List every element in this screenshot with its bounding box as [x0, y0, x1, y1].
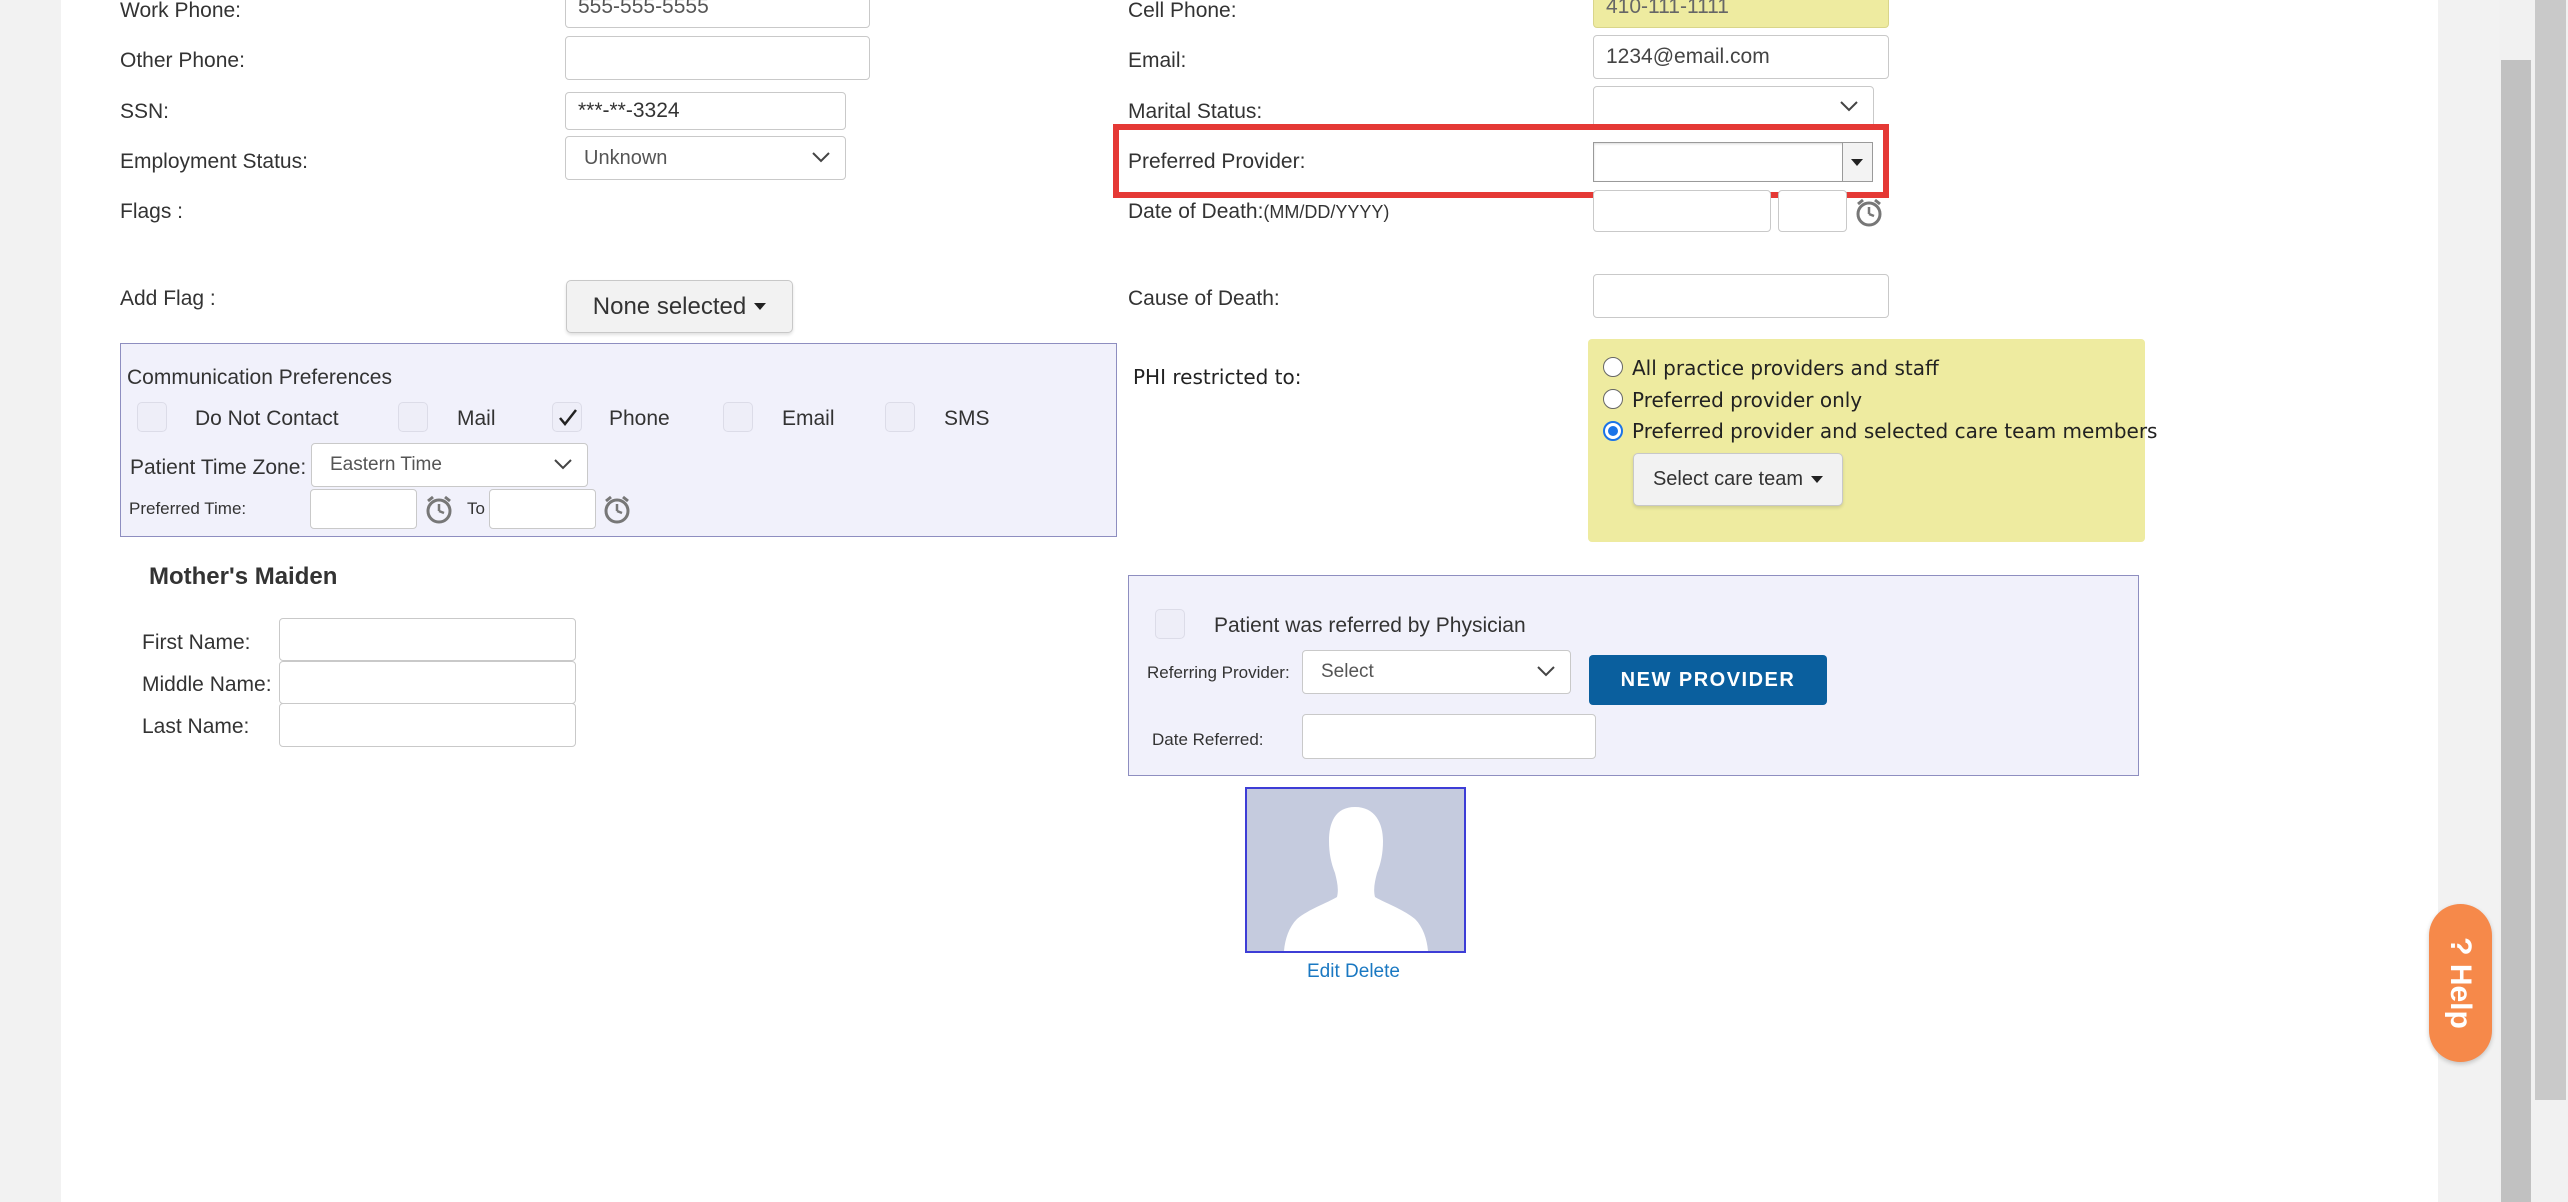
phi-option-all-label: All practice providers and staff — [1632, 356, 1939, 380]
cause-of-death-input[interactable] — [1593, 274, 1889, 318]
email-label: Email: — [1128, 49, 1187, 72]
chevron-down-icon — [554, 459, 572, 470]
work-phone-input[interactable]: 555-555-5555 — [565, 0, 870, 28]
email-input[interactable]: 1234@email.com — [1593, 35, 1889, 79]
sms-label: SMS — [944, 407, 990, 430]
clock-icon[interactable] — [602, 495, 632, 525]
phone-checkbox[interactable] — [552, 402, 582, 432]
date-referred-label: Date Referred: — [1152, 730, 1264, 749]
preferred-time-from-input[interactable] — [310, 489, 417, 529]
referring-provider-value: Select — [1321, 661, 1374, 682]
referring-provider-select[interactable]: Select — [1302, 650, 1571, 694]
radio-selected-dot — [1608, 426, 1618, 436]
email-checkbox[interactable] — [723, 402, 753, 432]
mothers-first-name-input[interactable] — [279, 618, 576, 661]
checkmark-icon — [559, 409, 577, 426]
preferred-provider-combobox[interactable] — [1593, 142, 1873, 182]
caret-down-icon — [754, 303, 767, 310]
mothers-last-name-input[interactable] — [279, 703, 576, 747]
select-care-team-label: Select care team — [1652, 468, 1804, 490]
chevron-down-icon — [812, 152, 830, 163]
phi-option-care-team-label: Preferred provider and selected care tea… — [1632, 419, 2158, 443]
preferred-provider-label: Preferred Provider: — [1128, 150, 1306, 173]
other-phone-input[interactable] — [565, 36, 870, 80]
clock-icon[interactable] — [1854, 198, 1884, 228]
caret-down-icon — [1811, 476, 1824, 483]
preferred-time-label: Preferred Time: — [129, 499, 247, 518]
add-flag-button-label: None selected — [592, 292, 747, 320]
last-name-label: Last Name: — [142, 715, 250, 738]
phi-option-all-radio[interactable] — [1603, 357, 1623, 377]
ssn-label: SSN: — [120, 100, 170, 123]
employment-status-label: Employment Status: — [120, 150, 308, 173]
outer-scrollbar-thumb[interactable] — [2535, 0, 2566, 1100]
cell-phone-input[interactable]: 410-111-1111 — [1593, 0, 1889, 28]
help-button[interactable]: ? Help — [2429, 904, 2492, 1062]
date-referred-input[interactable] — [1302, 714, 1596, 759]
new-provider-button[interactable]: NEW PROVIDER — [1589, 655, 1827, 705]
phone-label: Phone — [609, 407, 670, 430]
preferred-time-to-input[interactable] — [489, 489, 596, 529]
cell-phone-value: 410-111-1111 — [1606, 0, 1729, 18]
cause-of-death-label: Cause of Death: — [1128, 287, 1280, 310]
communication-preferences-title: Communication Preferences — [127, 366, 392, 389]
mothers-middle-name-input[interactable] — [279, 661, 576, 704]
question-mark-icon: ? — [2444, 937, 2477, 956]
ssn-value: ***-**-3324 — [578, 99, 680, 122]
date-of-death-input[interactable] — [1593, 190, 1771, 232]
date-of-death-label: Date of Death:(MM/DD/YYYY) — [1128, 201, 1389, 222]
ssn-input[interactable]: ***-**-3324 — [565, 92, 846, 130]
do-not-contact-label: Do Not Contact — [195, 407, 339, 430]
referred-by-physician-label: Patient was referred by Physician — [1214, 614, 1526, 637]
edit-photo-link[interactable]: Edit — [1307, 961, 1340, 982]
patient-photo[interactable] — [1245, 787, 1466, 953]
patient-time-zone-label: Patient Time Zone: — [130, 456, 307, 479]
phi-option-preferred-only-label: Preferred provider only — [1632, 388, 1863, 412]
dropdown-toggle-button[interactable] — [1842, 143, 1872, 181]
time-of-death-input[interactable] — [1778, 190, 1847, 232]
other-phone-label: Other Phone: — [120, 49, 245, 72]
new-provider-button-label: NEW PROVIDER — [1620, 668, 1796, 691]
do-not-contact-checkbox[interactable] — [137, 402, 167, 432]
mothers-maiden-title: Mother's Maiden — [149, 563, 338, 590]
caret-down-icon — [1851, 159, 1863, 166]
marital-status-select[interactable] — [1593, 86, 1874, 128]
delete-photo-link[interactable]: Delete — [1345, 961, 1400, 982]
mail-label: Mail — [457, 407, 496, 430]
avatar-placeholder-icon — [1284, 807, 1428, 951]
photo-actions: Edit Delete — [1307, 961, 1400, 983]
work-phone-label: Work Phone: — [120, 0, 242, 22]
scrollbar-thumb[interactable] — [2501, 60, 2531, 1202]
phi-restricted-label: PHI restricted to: — [1133, 365, 1302, 389]
help-label: Help — [2444, 963, 2477, 1029]
email-pref-label: Email — [782, 407, 835, 430]
referring-provider-label: Referring Provider: — [1147, 663, 1290, 682]
email-value: 1234@email.com — [1606, 45, 1770, 68]
help-text: ? Help — [2443, 937, 2477, 1029]
sms-checkbox[interactable] — [885, 402, 915, 432]
phi-option-care-team-radio[interactable] — [1603, 421, 1623, 441]
time-zone-value: Eastern Time — [330, 454, 442, 475]
select-care-team-button[interactable]: Select care team — [1633, 453, 1843, 506]
marital-status-label: Marital Status: — [1128, 100, 1263, 123]
employment-status-select[interactable]: Unknown — [565, 136, 846, 180]
chevron-down-icon — [1840, 101, 1858, 112]
patient-time-zone-select[interactable]: Eastern Time — [311, 443, 588, 487]
mail-checkbox[interactable] — [398, 402, 428, 432]
date-format-hint: (MM/DD/YYYY) — [1263, 202, 1390, 222]
cell-phone-label: Cell Phone: — [1128, 0, 1237, 22]
chevron-down-icon — [1537, 666, 1555, 677]
to-label: To — [467, 499, 485, 518]
flags-label: Flags : — [120, 200, 184, 223]
employment-status-value: Unknown — [584, 146, 668, 169]
add-flag-label: Add Flag : — [120, 287, 216, 310]
date-of-death-text: Date of Death: — [1128, 200, 1264, 223]
first-name-label: First Name: — [142, 631, 251, 654]
referred-by-physician-checkbox[interactable] — [1155, 609, 1185, 639]
middle-name-label: Middle Name: — [142, 673, 272, 696]
phi-option-preferred-only-radio[interactable] — [1603, 389, 1623, 409]
clock-icon[interactable] — [424, 495, 454, 525]
work-phone-value: 555-555-5555 — [578, 0, 709, 18]
add-flag-dropdown-button[interactable]: None selected — [566, 280, 793, 333]
